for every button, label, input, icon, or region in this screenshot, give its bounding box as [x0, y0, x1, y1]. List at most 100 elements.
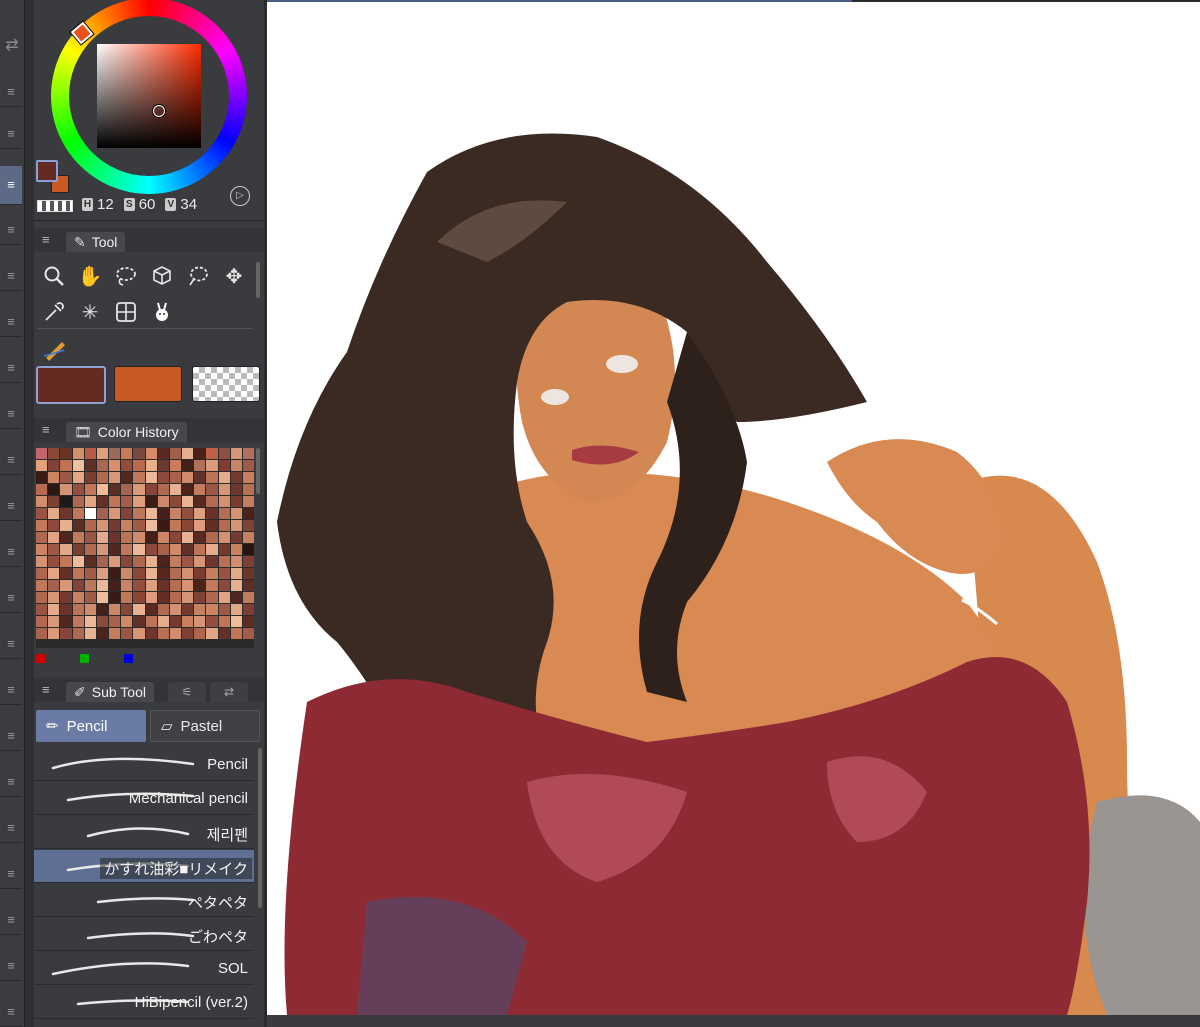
history-swatch[interactable] [157, 604, 169, 615]
history-swatch[interactable] [169, 592, 181, 603]
history-swatch[interactable] [218, 592, 230, 603]
history-swatch[interactable] [121, 592, 133, 603]
history-swatch[interactable] [84, 568, 96, 579]
history-swatch[interactable] [145, 556, 157, 567]
history-swatch[interactable] [109, 544, 121, 555]
history-swatch[interactable] [133, 592, 145, 603]
history-swatch[interactable] [60, 484, 72, 495]
history-swatch[interactable] [194, 496, 206, 507]
history-swatch[interactable] [109, 508, 121, 519]
history-swatch[interactable] [121, 532, 133, 543]
history-swatch[interactable] [218, 544, 230, 555]
history-swatch[interactable] [121, 448, 133, 459]
color-mode-toggle-icon[interactable]: ▷ [230, 186, 250, 206]
history-swatch[interactable] [169, 484, 181, 495]
history-swatch[interactable] [206, 580, 218, 591]
history-swatch[interactable] [242, 460, 254, 471]
history-swatch[interactable] [72, 556, 84, 567]
history-swatch[interactable] [96, 628, 108, 639]
sub-tool-detail-tab-icon[interactable]: ⇄ [210, 682, 248, 702]
history-swatch[interactable] [218, 448, 230, 459]
history-swatch[interactable] [60, 568, 72, 579]
history-swatch[interactable] [145, 580, 157, 591]
history-swatch[interactable] [96, 604, 108, 615]
brush-item[interactable]: 제리펜 [34, 816, 254, 849]
history-swatch[interactable] [230, 496, 242, 507]
history-swatch[interactable] [218, 532, 230, 543]
history-swatch[interactable] [109, 616, 121, 627]
history-swatch[interactable] [48, 520, 60, 531]
history-swatch[interactable] [36, 556, 48, 567]
transparent-color-slot[interactable] [192, 366, 260, 402]
history-swatch[interactable] [133, 472, 145, 483]
move-icon[interactable]: ✥ [220, 262, 248, 290]
history-swatch[interactable] [218, 484, 230, 495]
history-swatch[interactable] [230, 604, 242, 615]
history-swatch[interactable] [230, 616, 242, 627]
brush-item[interactable]: HiBipencil (ver.2) [34, 986, 254, 1019]
history-swatch[interactable] [182, 448, 194, 459]
history-swatch[interactable] [194, 616, 206, 627]
history-swatch[interactable] [36, 508, 48, 519]
history-swatch[interactable] [194, 448, 206, 459]
history-swatch[interactable] [133, 448, 145, 459]
history-swatch[interactable] [157, 592, 169, 603]
history-swatch[interactable] [157, 544, 169, 555]
history-swatch[interactable] [230, 460, 242, 471]
history-swatch[interactable] [194, 508, 206, 519]
history-swatch[interactable] [182, 604, 194, 615]
brush-item[interactable]: ペタペタ [34, 884, 254, 917]
history-swatch[interactable] [182, 580, 194, 591]
tab-tool[interactable]: ✎ Tool [66, 232, 126, 252]
history-swatch[interactable] [84, 532, 96, 543]
history-swatch[interactable] [48, 628, 60, 639]
frame-border-icon[interactable] [112, 298, 140, 326]
history-swatch[interactable] [48, 592, 60, 603]
history-swatch[interactable] [60, 580, 72, 591]
history-swatch[interactable] [60, 460, 72, 471]
history-swatch[interactable] [109, 556, 121, 567]
history-swatch[interactable] [96, 496, 108, 507]
history-swatch[interactable] [194, 472, 206, 483]
palette-handle[interactable]: ≡ [0, 768, 22, 797]
history-swatch[interactable] [133, 532, 145, 543]
history-swatch[interactable] [218, 580, 230, 591]
history-swatch[interactable] [48, 508, 60, 519]
history-swatch[interactable] [169, 604, 181, 615]
history-swatch[interactable] [72, 508, 84, 519]
history-swatch[interactable] [230, 556, 242, 567]
history-swatch[interactable] [72, 496, 84, 507]
history-swatch[interactable] [133, 604, 145, 615]
history-swatch[interactable] [36, 544, 48, 555]
history-swatch[interactable] [133, 628, 145, 639]
history-swatch[interactable] [60, 556, 72, 567]
brush-item[interactable]: Pencil [34, 748, 254, 781]
history-swatch[interactable] [109, 460, 121, 471]
history-swatch[interactable] [206, 448, 218, 459]
history-swatch[interactable] [84, 604, 96, 615]
history-swatch[interactable] [206, 556, 218, 567]
history-swatch[interactable] [109, 496, 121, 507]
history-swatch[interactable] [84, 484, 96, 495]
history-swatch[interactable] [121, 508, 133, 519]
history-swatch[interactable] [242, 448, 254, 459]
history-swatch[interactable] [48, 616, 60, 627]
history-swatch[interactable] [96, 616, 108, 627]
history-swatch[interactable] [182, 460, 194, 471]
history-swatch[interactable] [145, 628, 157, 639]
auto-select-icon[interactable]: ✳ [76, 298, 104, 326]
history-swatch[interactable] [121, 556, 133, 567]
history-swatch[interactable] [206, 508, 218, 519]
history-swatch[interactable] [206, 592, 218, 603]
history-swatch[interactable] [145, 520, 157, 531]
history-swatch[interactable] [169, 448, 181, 459]
panel-menu-icon[interactable]: ≡ [42, 682, 50, 697]
palette-handle[interactable]: ≡ [0, 354, 22, 383]
transparent-color-toggle[interactable] [37, 200, 73, 212]
history-swatch[interactable] [96, 556, 108, 567]
palette-handle[interactable]: ≡ [0, 998, 22, 1027]
history-swatch[interactable] [109, 448, 121, 459]
history-swatch[interactable] [84, 460, 96, 471]
palette-handle[interactable]: ≡ [0, 216, 22, 245]
history-swatch[interactable] [84, 496, 96, 507]
